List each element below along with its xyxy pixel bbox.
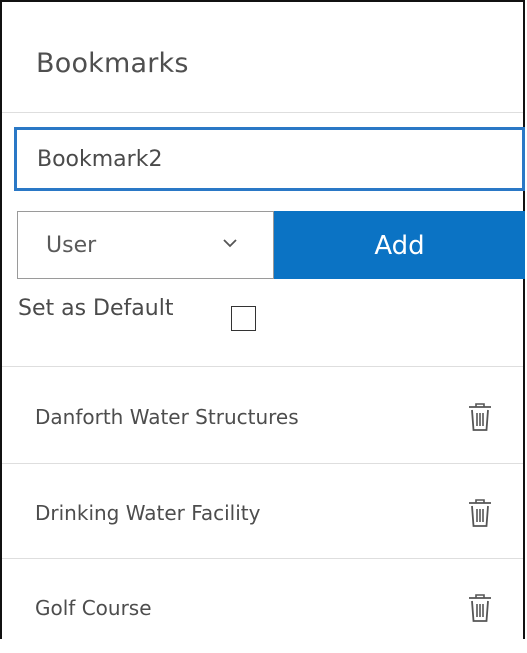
bookmark-type-value: User — [46, 232, 97, 258]
bookmark-list-item[interactable]: Danforth Water Structures — [2, 368, 523, 462]
trash-icon[interactable] — [465, 497, 495, 529]
bookmark-label: Golf Course — [35, 596, 152, 620]
bookmark-name-input[interactable] — [14, 127, 525, 191]
bookmark-label: Drinking Water Facility — [35, 501, 261, 525]
set-default-label: Set as Default — [18, 296, 174, 321]
chevron-down-icon — [223, 239, 237, 248]
bookmark-label: Danforth Water Structures — [35, 405, 299, 429]
trash-icon[interactable] — [465, 401, 495, 433]
set-default-checkbox[interactable] — [231, 306, 256, 331]
header-divider — [2, 112, 523, 113]
bookmark-list-item[interactable]: Drinking Water Facility — [2, 464, 523, 558]
bookmark-type-select[interactable]: User — [17, 211, 274, 279]
bookmarks-panel: Bookmarks User Add Set as Default Danfor… — [0, 0, 525, 639]
add-bookmark-button[interactable]: Add — [274, 211, 525, 279]
list-divider — [2, 366, 523, 367]
trash-icon[interactable] — [465, 592, 495, 624]
panel-title: Bookmarks — [36, 48, 189, 79]
